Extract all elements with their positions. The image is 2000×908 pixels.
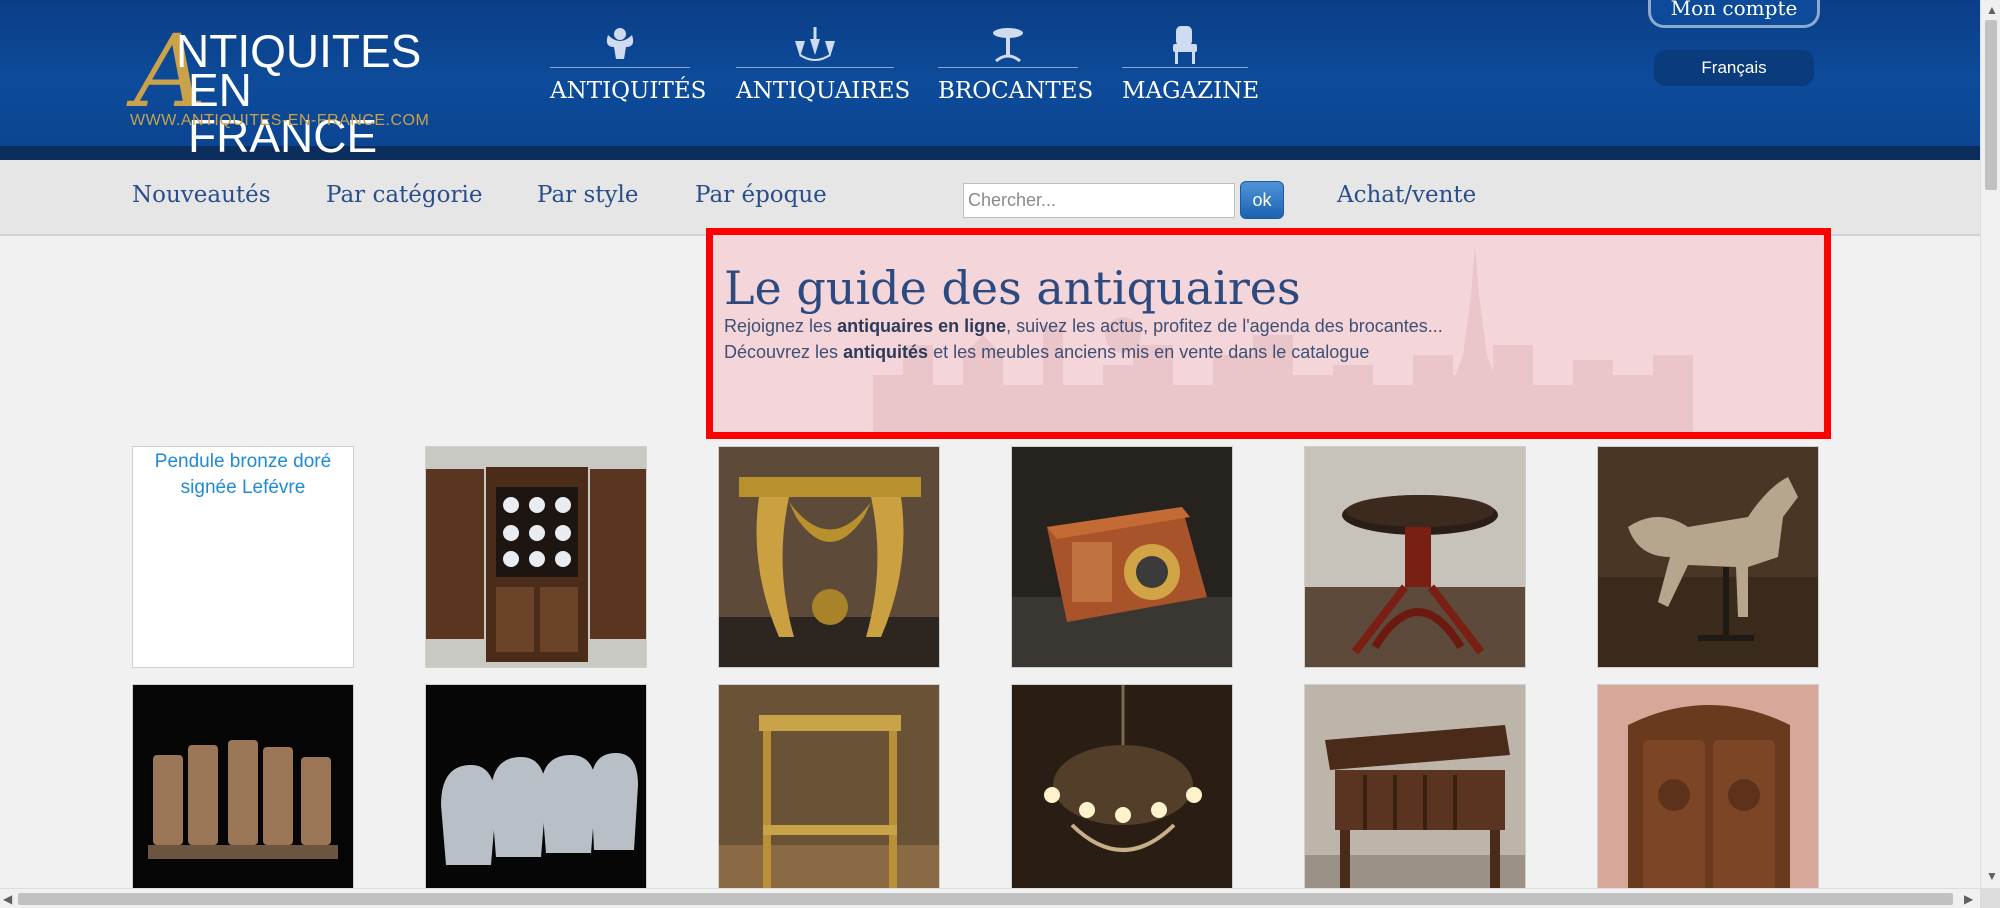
product-card-leather-chairs[interactable] — [132, 684, 354, 906]
guide-banner: Le guide des antiquaires Rejoignez les a… — [706, 228, 1831, 439]
product-card-camera[interactable] — [1011, 446, 1233, 668]
secondary-navigation: Nouveautés Par catégorie Par style Par é… — [0, 160, 1980, 236]
vertical-scrollbar[interactable]: ▲ ▼ — [1980, 0, 2000, 888]
product-card-console[interactable] — [718, 446, 940, 668]
main-nav-label: BROCANTES — [938, 78, 1094, 104]
leather-chairs-image — [133, 685, 353, 905]
antique-camera-image — [1012, 447, 1232, 667]
guide-text: Découvrez les — [724, 342, 844, 362]
product-card-chandelier[interactable] — [1011, 684, 1233, 906]
subnav-nouveautes[interactable]: Nouveautés — [132, 182, 271, 208]
brass-trolley-image — [719, 685, 939, 905]
product-card-cabinet[interactable] — [425, 446, 647, 668]
piano-stool-image — [1305, 447, 1525, 667]
language-selector[interactable]: Français — [1654, 50, 1814, 86]
main-nav-label: ANTIQUITÉS — [550, 78, 707, 104]
logo-url: WWW.ANTIQUITES-EN-FRANCE.COM — [130, 112, 430, 129]
main-nav-antiquites[interactable]: ANTIQUITÉS — [550, 22, 707, 112]
main-nav-label: MAGAZINE — [1122, 78, 1260, 104]
guide-link-antiquaires[interactable]: antiquaires en ligne — [837, 316, 1006, 336]
horizontal-scroll-thumb[interactable] — [18, 893, 1953, 905]
subnav-par-style[interactable]: Par style — [537, 182, 638, 208]
carousel-horse-image — [1598, 447, 1818, 667]
product-card-horse[interactable] — [1597, 446, 1819, 668]
site-header: A NTIQUITES EN FRANCE WWW.ANTIQUITES-EN-… — [0, 0, 1980, 160]
main-nav-brocantes[interactable]: BROCANTES — [938, 22, 1094, 112]
guide-text: et les meubles anciens mis en vente dans… — [928, 342, 1370, 362]
product-card-desk[interactable] — [1304, 684, 1526, 906]
vertical-scroll-thumb[interactable] — [1985, 20, 1997, 190]
scroll-left-icon[interactable]: ◀ — [3, 893, 12, 905]
scroll-up-icon[interactable]: ▲ — [1986, 4, 1998, 16]
search-button[interactable]: ok — [1240, 181, 1284, 219]
guide-line-1: Rejoignez les antiquaires en ligne, suiv… — [724, 314, 1443, 338]
main-nav-label: ANTIQUAIRES — [736, 78, 911, 104]
main-nav-antiquaires[interactable]: ANTIQUAIRES — [736, 22, 911, 112]
guide-line-2: Découvrez les antiquités et les meubles … — [724, 340, 1369, 364]
scrollbar-corner — [1980, 888, 2000, 908]
product-card-wicker-chairs[interactable] — [425, 684, 647, 906]
wicker-chairs-image — [426, 685, 646, 905]
scroll-down-icon[interactable]: ▼ — [1986, 870, 1998, 882]
armchair-icon — [1122, 22, 1248, 68]
wooden-desk-image — [1305, 685, 1525, 905]
product-card-stool[interactable] — [1304, 446, 1526, 668]
account-button[interactable]: Mon compte — [1648, 0, 1820, 28]
chandelier-icon — [736, 22, 894, 68]
crystal-chandelier-image — [1012, 685, 1232, 905]
product-card-armoire[interactable] — [1597, 684, 1819, 906]
subnav-par-categorie[interactable]: Par catégorie — [326, 182, 482, 208]
search-input[interactable] — [963, 183, 1235, 218]
carved-armoire-image — [1598, 685, 1818, 905]
guide-link-antiquites[interactable]: antiquités — [843, 342, 928, 362]
guide-title: Le guide des antiquaires — [724, 261, 1301, 315]
product-card-trolley[interactable] — [718, 684, 940, 906]
guide-text: Rejoignez les — [724, 316, 838, 336]
subnav-par-epoque[interactable]: Par époque — [695, 182, 827, 208]
gilded-console-image — [719, 447, 939, 667]
site-logo[interactable]: A NTIQUITES EN FRANCE WWW.ANTIQUITES-EN-… — [130, 22, 440, 160]
product-card-pendule[interactable]: Pendule bronze doré signée Lefévre — [132, 446, 354, 668]
guide-text: , suivez les actus, profitez de l'agenda… — [1006, 316, 1443, 336]
broken-image-alt: Pendule bronze doré signée Lefévre — [154, 451, 332, 498]
main-nav-magazine[interactable]: MAGAZINE — [1122, 22, 1260, 112]
scroll-right-icon[interactable]: ▶ — [1964, 893, 1973, 905]
subnav-achat-vente[interactable]: Achat/vente — [1337, 182, 1476, 208]
pedestal-table-icon — [938, 22, 1078, 68]
cherub-icon — [550, 22, 690, 68]
horizontal-scrollbar[interactable]: ◀ ▶ — [0, 888, 1980, 908]
cabinet-with-plates-image — [426, 447, 646, 667]
